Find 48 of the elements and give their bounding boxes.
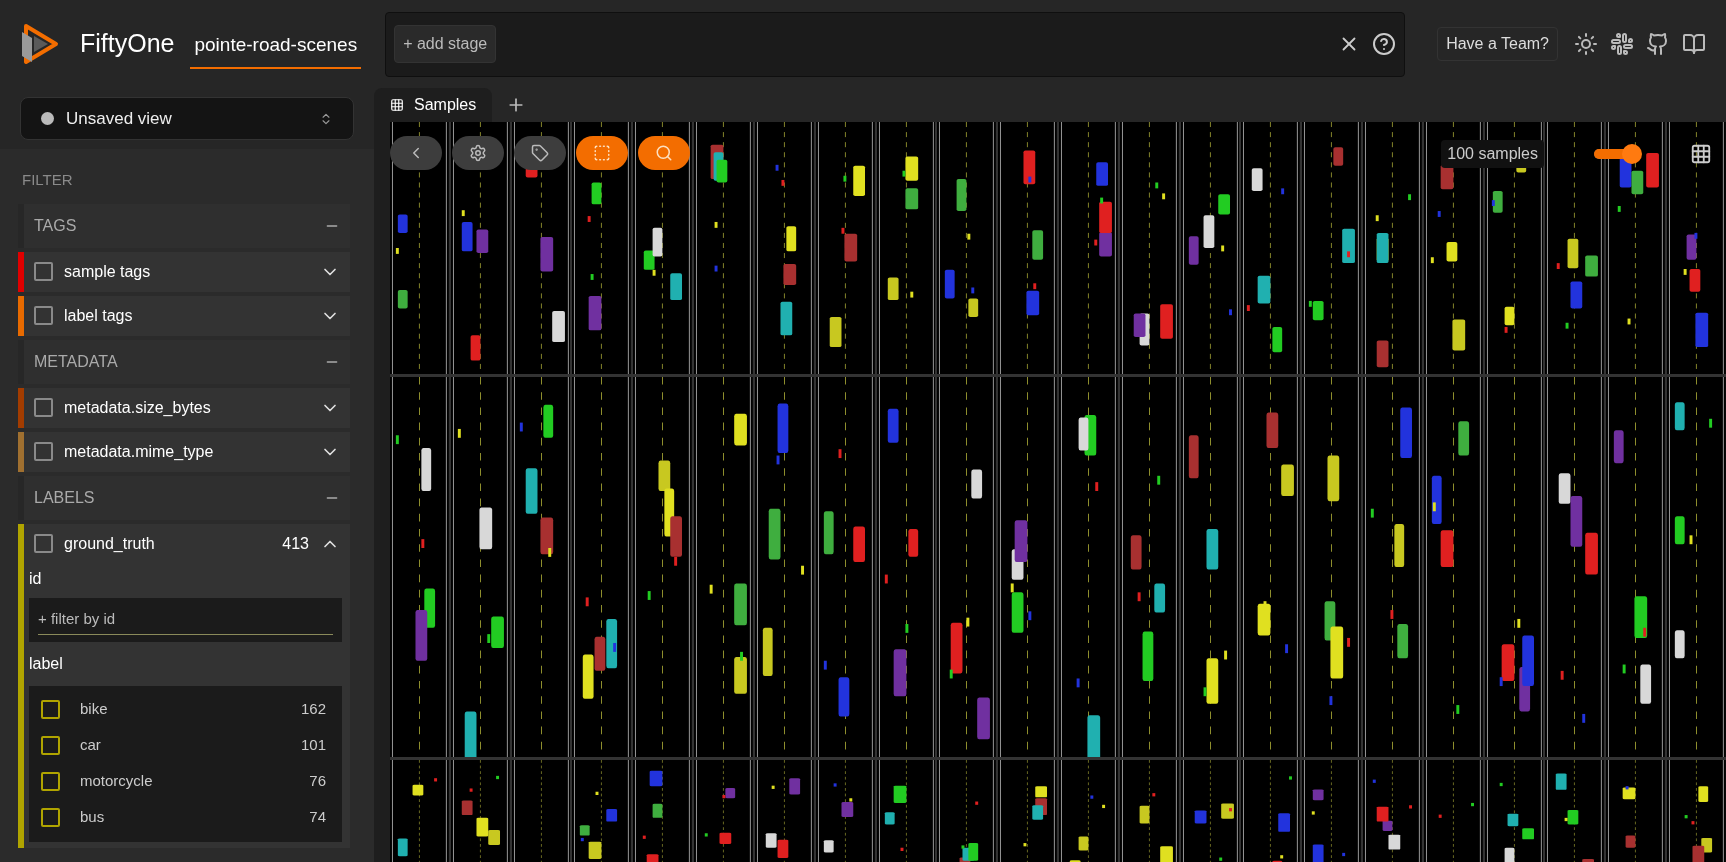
value-count: 162 <box>300 699 327 720</box>
checkbox[interactable] <box>41 700 60 719</box>
view-selector[interactable]: Unsaved view <box>20 97 354 140</box>
book-icon[interactable] <box>1682 32 1706 56</box>
group-header[interactable]: TAGS <box>18 203 350 248</box>
add-stage-button[interactable]: + add stage <box>394 25 497 63</box>
grid-icon <box>390 98 404 112</box>
value-count: 101 <box>300 735 327 756</box>
field-label[interactable]: sample tags <box>64 259 309 284</box>
field-label[interactable]: metadata.mime_type <box>64 439 309 464</box>
value-label[interactable]: motorcycle <box>80 770 290 793</box>
attribute-label: label <box>29 653 64 674</box>
checkbox[interactable] <box>41 772 60 791</box>
slack-icon[interactable] <box>1610 32 1634 56</box>
field-count: 413 <box>282 533 309 554</box>
dashed-square-icon <box>593 144 611 162</box>
field-label[interactable]: ground_truth <box>64 531 272 556</box>
github-icon[interactable] <box>1646 32 1670 56</box>
settings-icon <box>469 144 487 162</box>
sun-icon[interactable] <box>1574 32 1598 56</box>
checkbox[interactable] <box>34 262 53 281</box>
checkbox[interactable] <box>41 808 60 827</box>
grid-icon[interactable] <box>1690 143 1712 165</box>
field-label[interactable]: label tags <box>64 303 309 328</box>
team-button[interactable]: Have a Team? <box>1437 27 1558 61</box>
value-count: 74 <box>309 807 327 828</box>
value-label[interactable]: bike <box>80 698 281 721</box>
attribute-label: id <box>29 568 43 589</box>
filter-heading: FILTER <box>21 170 74 190</box>
group-header[interactable]: METADATA <box>18 339 350 384</box>
value-label[interactable]: bus <box>80 806 290 829</box>
sample-count: 100 samples <box>1441 140 1544 168</box>
search-icon <box>655 144 673 162</box>
help-icon[interactable] <box>1372 32 1397 56</box>
tab[interactable]: Samples <box>374 88 493 122</box>
app-title: FiftyOne <box>80 28 175 60</box>
group-header[interactable]: LABELS <box>18 475 350 520</box>
tag-icon <box>531 144 549 162</box>
checkbox[interactable] <box>34 442 53 461</box>
checkbox[interactable] <box>34 534 53 553</box>
value-count: 76 <box>309 771 327 792</box>
filter-field[interactable]: + filter by id <box>29 597 342 642</box>
checkbox[interactable] <box>34 306 53 325</box>
value-label[interactable]: car <box>80 734 281 757</box>
dataset-name[interactable]: pointe-road-scenes <box>190 18 362 70</box>
checkbox[interactable] <box>34 398 53 417</box>
checkbox[interactable] <box>41 736 60 755</box>
field-label[interactable]: metadata.size_bytes <box>64 395 309 420</box>
